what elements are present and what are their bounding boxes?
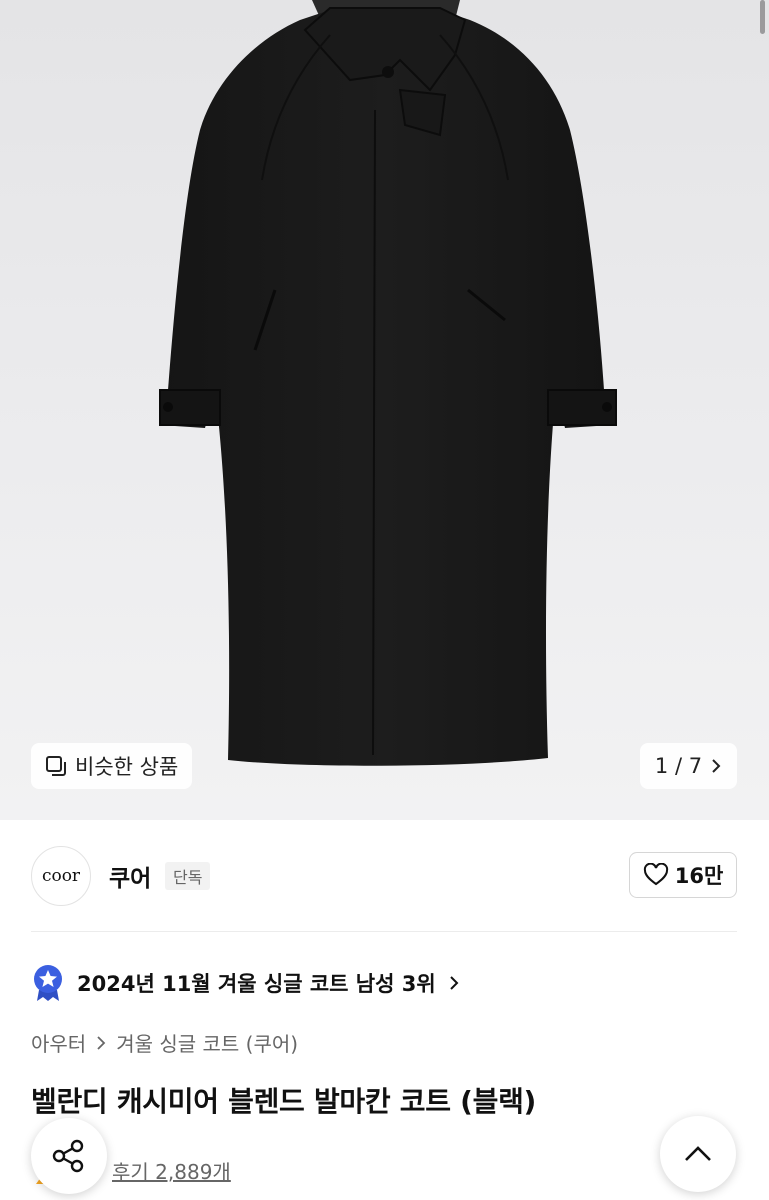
- similar-products-button[interactable]: 비슷한 상품: [31, 743, 193, 789]
- scroll-to-top-button[interactable]: [660, 1116, 736, 1192]
- chevron-up-icon: [685, 1146, 711, 1161]
- similar-products-label: 비슷한 상품: [75, 755, 179, 779]
- share-icon: [52, 1139, 84, 1173]
- chevron-right-icon: [712, 759, 721, 773]
- coat-product-photo: [159, 0, 617, 766]
- divider: [31, 931, 737, 932]
- review-count-link[interactable]: 후기 2,889개: [112, 1156, 231, 1185]
- like-button[interactable]: 16만: [629, 852, 737, 898]
- heart-outline-icon: [643, 863, 668, 886]
- exclusive-badge: 단독: [165, 862, 211, 890]
- chevron-right-icon: [97, 1035, 106, 1050]
- chevron-right-icon: [449, 976, 459, 990]
- image-counter: 1 / 7: [654, 754, 703, 778]
- image-counter-button[interactable]: 1 / 7: [640, 743, 737, 789]
- brand-logo[interactable]: coor: [31, 846, 91, 906]
- brand-row: coor 쿠어 단독 16만: [31, 846, 737, 906]
- product-image-gallery[interactable]: 비슷한 상품 1 / 7: [0, 0, 769, 820]
- like-count: 16만: [674, 864, 724, 888]
- copy-square-icon: [46, 756, 66, 776]
- ranking-link[interactable]: 2024년 11월 겨울 싱글 코트 남성 3위: [31, 963, 460, 1003]
- share-button[interactable]: [31, 1118, 107, 1194]
- brand-logo-text: coor: [41, 866, 81, 886]
- ranking-text: 2024년 11월 겨울 싱글 코트 남성 3위: [77, 972, 436, 996]
- breadcrumb-category[interactable]: 아우터: [31, 1028, 86, 1057]
- page-scrollbar[interactable]: [760, 0, 765, 34]
- product-title: 벨란디 캐시미어 블렌드 발마칸 코트 (블랙): [31, 1085, 537, 1118]
- star-medal-icon: [34, 965, 62, 1001]
- breadcrumb-subcategory[interactable]: 겨울 싱글 코트 (쿠어): [116, 1028, 298, 1057]
- brand-name[interactable]: 쿠어: [109, 859, 151, 893]
- breadcrumb: 아우터 겨울 싱글 코트 (쿠어): [31, 1028, 298, 1057]
